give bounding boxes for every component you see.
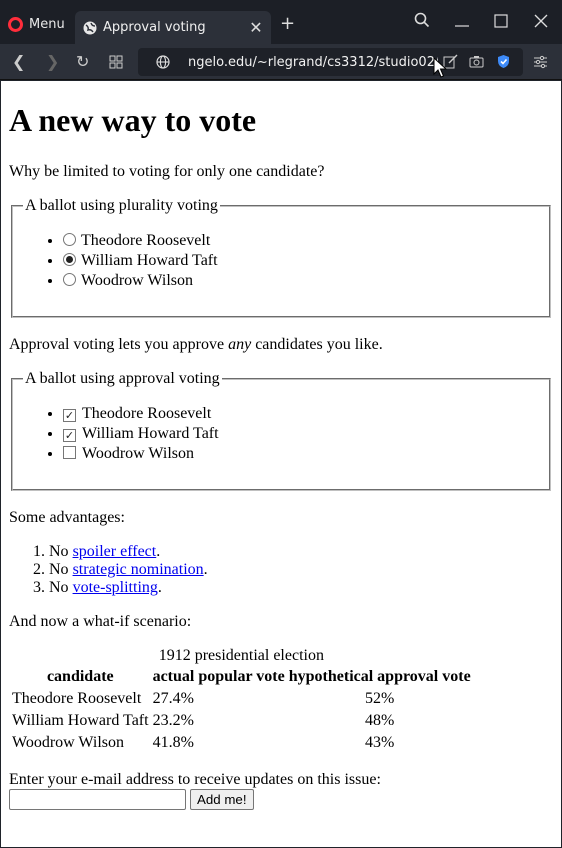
opera-logo-icon <box>8 16 23 32</box>
maximize-icon[interactable] <box>494 14 508 28</box>
table-header-row: candidate actual popular vote hypothetic… <box>11 667 472 687</box>
address-bar[interactable]: ngelo.edu/~rlegrand/cs3312/studio02/ <box>138 48 523 76</box>
plurality-options: Theodore Roosevelt William Howard Taft W… <box>23 231 539 291</box>
advantage-suffix: . <box>203 561 208 578</box>
back-icon[interactable]: ❮ <box>12 53 25 71</box>
list-item: Woodrow Wilson <box>63 444 539 464</box>
table-cell: Theodore Roosevelt <box>12 690 142 707</box>
election-table: 1912 presidential election candidate act… <box>9 647 474 755</box>
radio-theodore-roosevelt[interactable] <box>63 233 76 246</box>
list-item: Woodrow Wilson <box>63 271 539 291</box>
option-label[interactable]: Theodore Roosevelt <box>81 232 210 249</box>
table-cell: 52% <box>365 690 395 707</box>
checkbox-woodrow-wilson[interactable] <box>63 446 76 459</box>
column-header: actual popular vote <box>152 668 285 685</box>
tab-close-icon[interactable]: ✕ <box>249 18 263 37</box>
checkbox-william-howard-taft[interactable]: ✓ <box>63 429 76 442</box>
plurality-legend: A ballot using plurality voting <box>25 197 218 214</box>
advantages-heading: Some advantages: <box>9 509 125 526</box>
email-field[interactable] <box>9 789 186 810</box>
table-cell: 23.2% <box>152 712 194 729</box>
link-spoiler-effect[interactable]: spoiler effect <box>73 543 157 560</box>
plurality-ballot: A ballot using plurality voting Theodore… <box>11 197 551 318</box>
browser-titlebar: Menu Approval voting ✕ + <box>0 0 562 44</box>
list-item: William Howard Taft <box>63 251 539 271</box>
table-row: William Howard Taft 23.2% 48% <box>11 711 472 731</box>
whatif-text: And now a what-if scenario: <box>9 613 192 630</box>
list-item: Theodore Roosevelt <box>63 231 539 251</box>
approval-legend: A ballot using approval voting <box>25 370 220 387</box>
site-info-icon[interactable] <box>156 55 170 69</box>
list-item: No spoiler effect. <box>49 543 553 561</box>
table-row: Woodrow Wilson 41.8% 43% <box>11 733 472 753</box>
new-tab-icon[interactable]: + <box>280 13 295 34</box>
menu-label: Menu <box>29 16 65 32</box>
table-cell: 43% <box>365 734 395 751</box>
tabs-grid-icon[interactable] <box>109 55 123 69</box>
camera-icon[interactable] <box>469 54 484 69</box>
close-window-icon[interactable] <box>534 14 548 28</box>
approval-ballot: A ballot using approval voting ✓ Theodore… <box>11 370 551 491</box>
approval-text-before: Approval voting lets you approve <box>9 336 229 353</box>
table-cell: 27.4% <box>152 690 194 707</box>
search-icon[interactable] <box>414 12 430 28</box>
shield-icon[interactable] <box>496 54 511 69</box>
page-viewport: A new way to vote Why be limited to voti… <box>1 81 561 847</box>
table-caption: 1912 presidential election <box>158 647 324 664</box>
easy-setup-icon[interactable] <box>533 54 548 69</box>
advantage-suffix: . <box>157 579 162 596</box>
list-item: No strategic nomination. <box>49 561 553 579</box>
advantage-prefix: No <box>49 561 73 578</box>
mouse-cursor-icon <box>433 57 447 78</box>
list-item: ✓ William Howard Taft <box>63 424 539 444</box>
page-title: A new way to vote <box>9 102 257 138</box>
email-form: Add me! <box>9 789 553 810</box>
link-strategic-nomination[interactable]: strategic nomination <box>73 561 204 578</box>
tab-approval-voting[interactable]: Approval voting ✕ <box>75 11 271 44</box>
browser-menu-button[interactable]: Menu <box>8 14 65 34</box>
option-label[interactable]: William Howard Taft <box>82 425 219 442</box>
table-cell: William Howard Taft <box>12 712 149 729</box>
advantage-prefix: No <box>49 579 73 596</box>
advantages-list: No spoiler effect. No strategic nominati… <box>9 543 553 597</box>
approval-options: ✓ Theodore Roosevelt ✓ William Howard Taft… <box>23 404 539 464</box>
option-label[interactable]: William Howard Taft <box>81 252 218 269</box>
table-row: Theodore Roosevelt 27.4% 52% <box>11 689 472 709</box>
tab-title: Approval voting <box>103 20 206 35</box>
option-label[interactable]: Woodrow Wilson <box>81 272 193 289</box>
table-cell: 48% <box>365 712 395 729</box>
column-header: candidate <box>46 668 114 685</box>
forward-icon[interactable]: ❯ <box>46 53 59 71</box>
page-content: A new way to vote Why be limited to voti… <box>1 102 561 810</box>
table-cell: 41.8% <box>152 734 194 751</box>
option-label[interactable]: Woodrow Wilson <box>82 445 194 462</box>
advantage-suffix: . <box>156 543 161 560</box>
approval-text-emphasis: any <box>228 336 252 353</box>
browser-toolbar: ❮ ❯ ↻ ngelo.edu/~rlegrand/cs3312/studio0… <box>0 44 562 80</box>
url-text: ngelo.edu/~rlegrand/cs3312/studio02/ <box>188 54 438 70</box>
advantage-prefix: No <box>49 543 73 560</box>
approval-description: Approval voting lets you approve any can… <box>9 336 553 354</box>
list-item: ✓ Theodore Roosevelt <box>63 404 539 424</box>
radio-woodrow-wilson[interactable] <box>63 273 76 286</box>
minimize-icon[interactable] <box>455 14 469 28</box>
list-item: No vote-splitting. <box>49 579 553 597</box>
link-vote-splitting[interactable]: vote-splitting <box>73 579 158 596</box>
table-cell: Woodrow Wilson <box>12 734 124 751</box>
globe-icon <box>83 21 97 34</box>
reload-icon[interactable]: ↻ <box>76 53 89 71</box>
column-header: hypothetical approval vote <box>288 668 471 685</box>
email-prompt: Enter your e-mail address to receive upd… <box>9 771 381 788</box>
checkbox-theodore-roosevelt[interactable]: ✓ <box>63 409 76 422</box>
radio-william-howard-taft[interactable] <box>63 253 76 266</box>
intro-text: Why be limited to voting for only one ca… <box>9 163 325 180</box>
add-me-button[interactable]: Add me! <box>190 789 254 810</box>
option-label[interactable]: Theodore Roosevelt <box>82 405 211 422</box>
approval-text-after: candidates you like. <box>251 336 383 353</box>
